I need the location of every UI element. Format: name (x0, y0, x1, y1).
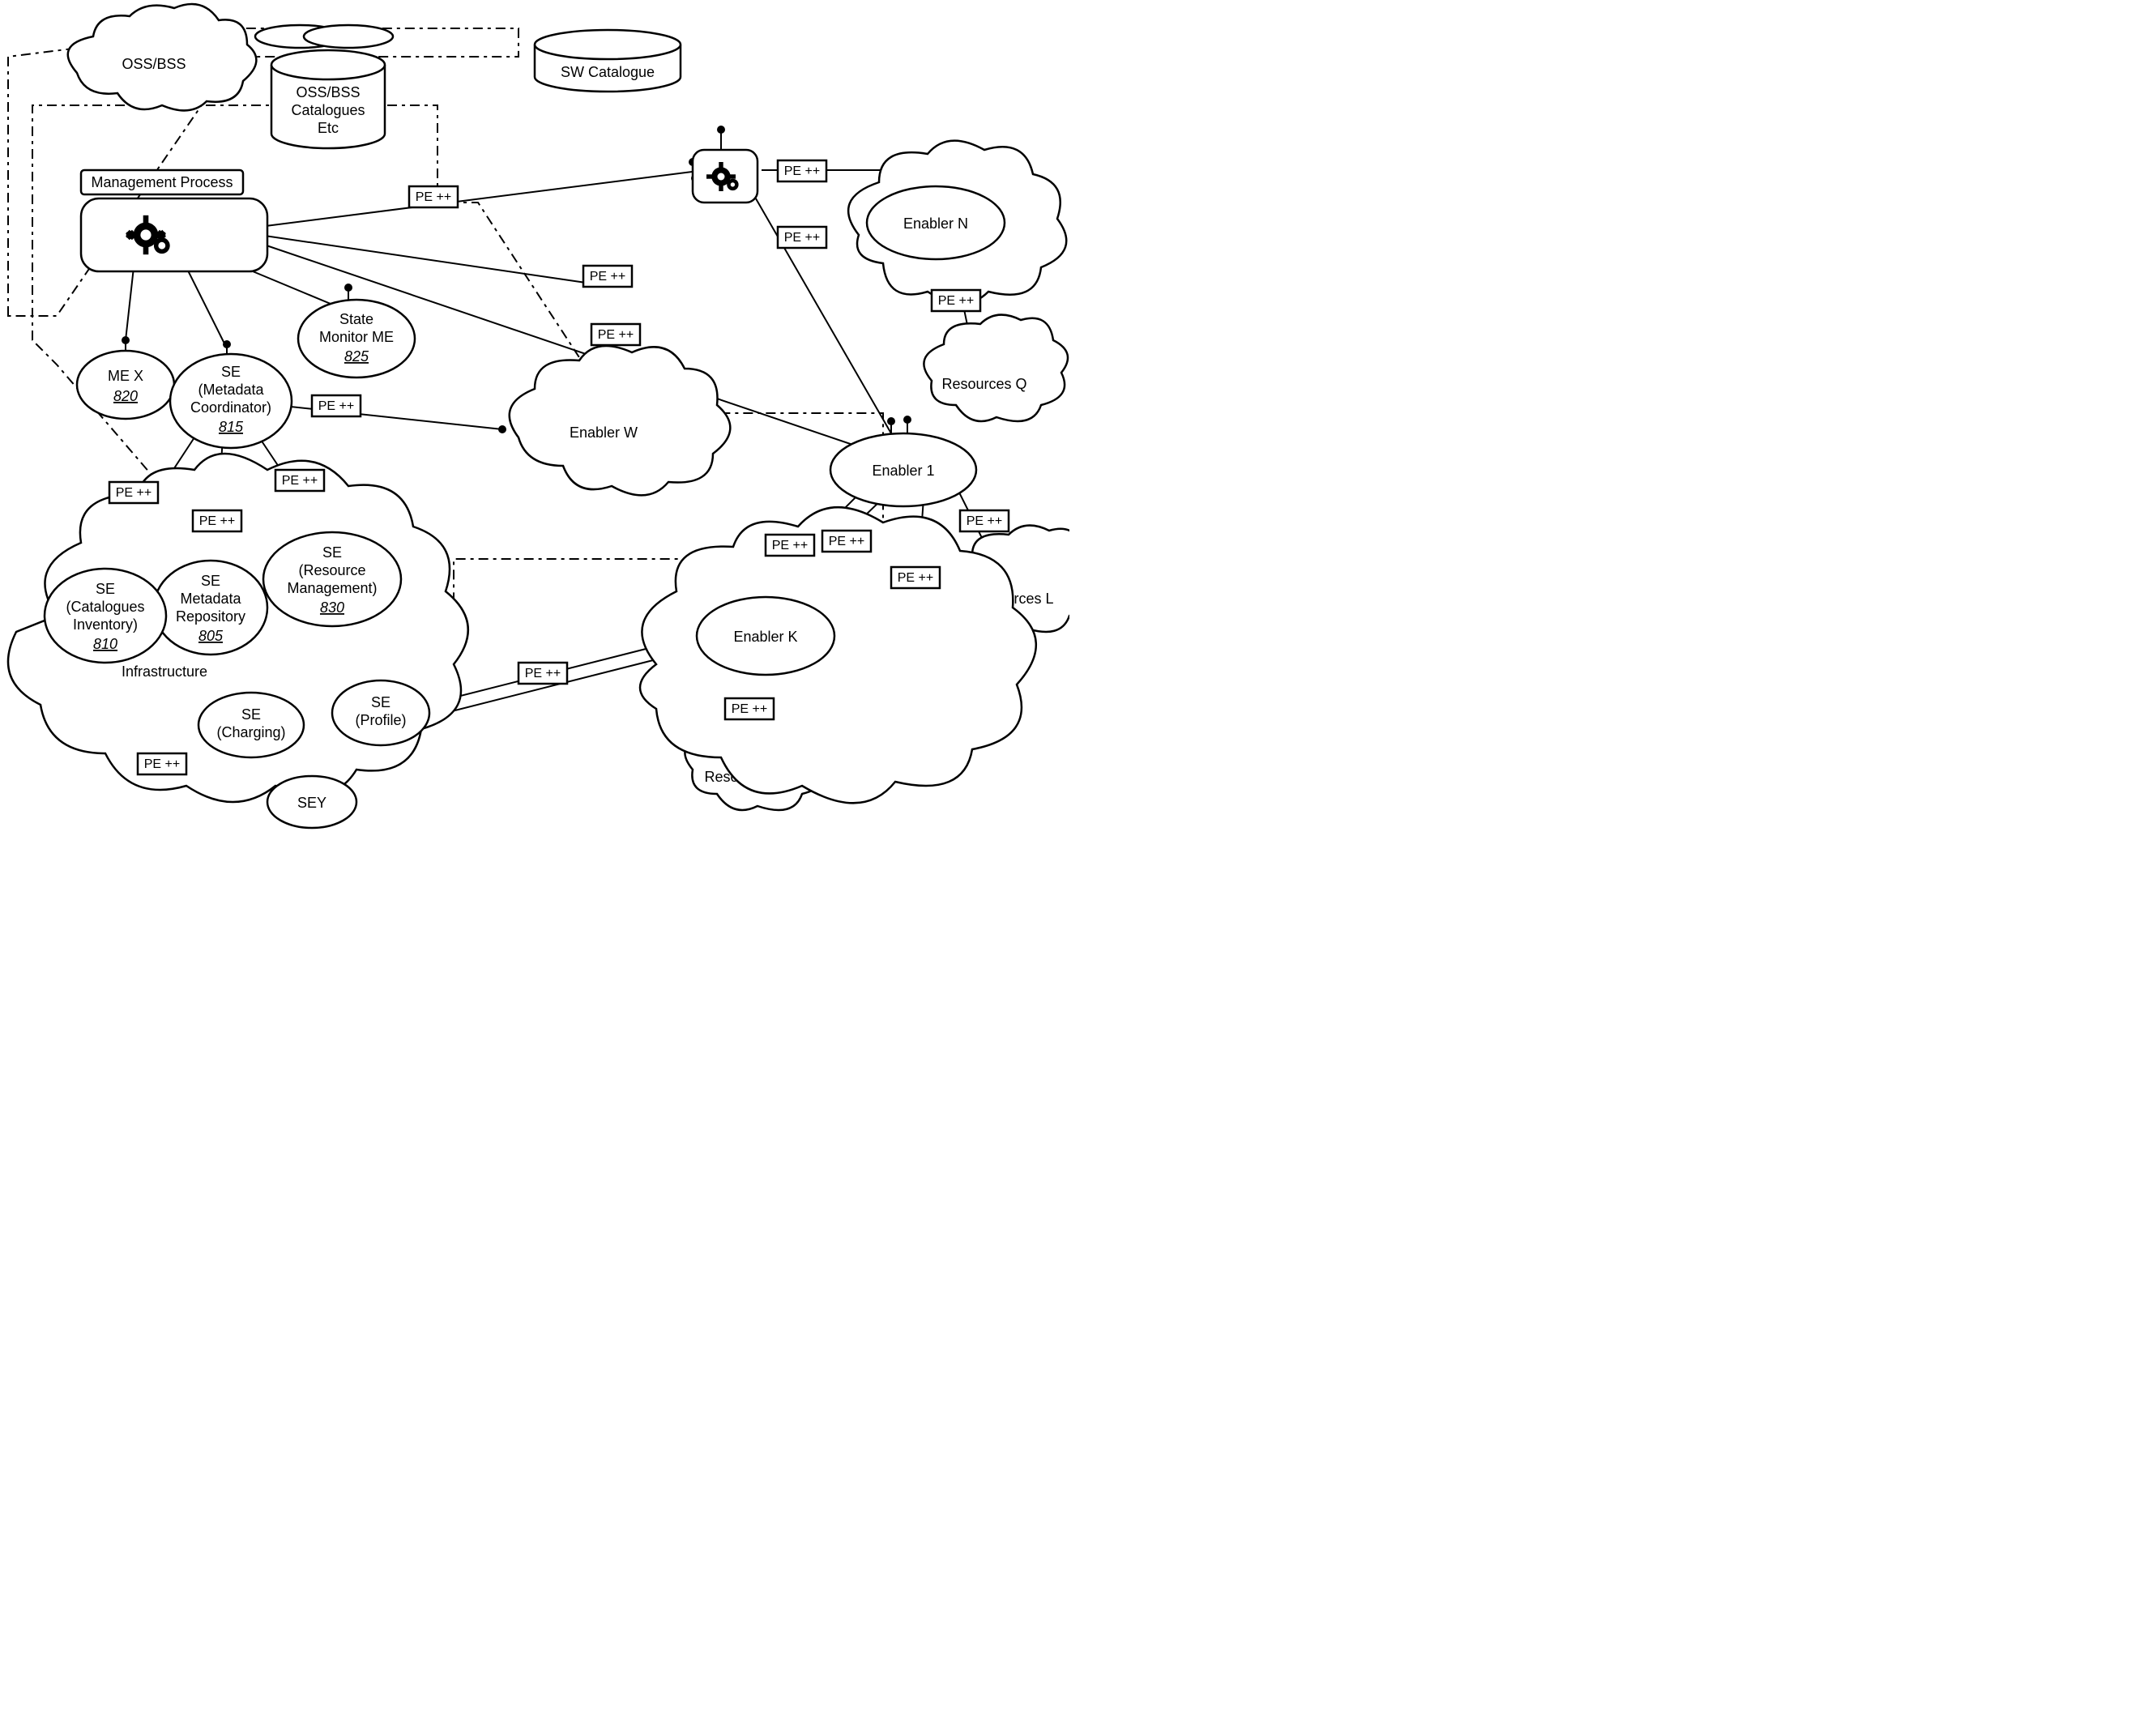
svg-text:Catalogues: Catalogues (291, 102, 365, 118)
svg-text:PE ++: PE ++ (116, 486, 151, 500)
svg-text:Enabler N: Enabler N (903, 215, 968, 232)
management-process: Management Process (81, 170, 267, 271)
management-process-label: Management Process (91, 174, 233, 190)
svg-text:(Profile): (Profile) (355, 712, 406, 728)
enabler-k-node: Enabler K (697, 597, 834, 675)
svg-text:PE ++: PE ++ (829, 535, 864, 548)
svg-text:Etc: Etc (318, 120, 339, 136)
svg-text:(Charging): (Charging) (216, 724, 285, 740)
pe-e1-ek: PE ++ (766, 535, 814, 556)
sey-node: SEY (267, 776, 356, 828)
ossbss-catalogues-db: OSS/BSS Catalogues Etc (255, 25, 393, 148)
svg-text:PE ++: PE ++ (772, 539, 808, 552)
enabler-n-node: Enabler N (867, 186, 1005, 259)
pe-profile-enk: PE ++ (518, 663, 567, 684)
se-metadata-coord-node: SE (Metadata Coordinator) 815 (170, 354, 292, 448)
pe-smc-repo: PE ++ (193, 510, 241, 531)
svg-text:PE ++: PE ++ (898, 571, 933, 585)
svg-text:PE ++: PE ++ (416, 190, 451, 204)
svg-text:SE: SE (322, 544, 342, 561)
pe-smc-enw: PE ++ (312, 395, 361, 416)
svg-text:PE ++: PE ++ (199, 514, 235, 528)
se-metadata-repo-node: SE Metadata Repository 805 (154, 561, 267, 655)
ossbss-cloud: OSS/BSS (68, 4, 257, 110)
svg-text:OSS/BSS: OSS/BSS (296, 84, 360, 100)
pe-mgmt-enw: PE ++ (583, 266, 632, 287)
svg-text:(Catalogues: (Catalogues (66, 599, 144, 615)
ossbss-cloud-label: OSS/BSS (122, 56, 186, 72)
svg-text:805: 805 (198, 628, 224, 644)
svg-text:Metadata: Metadata (180, 591, 241, 607)
pe-mgmt-gear: PE ++ (409, 186, 458, 207)
svg-text:SE: SE (96, 581, 115, 597)
gearbox (693, 150, 757, 203)
pe-e1-er: PE ++ (891, 567, 940, 588)
me-x-node: ME X 820 (77, 351, 174, 419)
svg-text:PE ++: PE ++ (144, 757, 180, 771)
svg-text:SE: SE (221, 364, 241, 380)
state-monitor-node: State Monitor ME 825 (298, 300, 415, 377)
se-res-mgmt-node: SE (Resource Management) 830 (263, 532, 401, 626)
pe-e1-ek2: PE ++ (822, 531, 871, 552)
svg-text:PE ++: PE ++ (784, 164, 820, 178)
svg-text:SE: SE (241, 706, 261, 723)
pe-en-n-resq: PE ++ (932, 290, 980, 311)
resources-q-label: Resources Q (941, 376, 1026, 392)
svg-text:Enabler K: Enabler K (733, 629, 797, 645)
svg-text:PE ++: PE ++ (784, 231, 820, 245)
se-profile-node: SE (Profile) (332, 680, 429, 745)
svg-text:State: State (339, 311, 373, 327)
se-cat-inventory-node: SE (Catalogues Inventory) 810 (45, 569, 166, 663)
se-charging-node: SE (Charging) (198, 693, 304, 757)
pe-bottom-alone: PE ++ (138, 753, 186, 774)
pe-smc-res: PE ++ (275, 470, 324, 491)
svg-text:PE ++: PE ++ (598, 328, 634, 342)
svg-text:SEY: SEY (297, 795, 326, 811)
enabler-w-label: Enabler W (570, 424, 638, 441)
svg-text:Enabler 1: Enabler 1 (872, 463, 934, 479)
svg-text:825: 825 (344, 348, 369, 365)
sw-catalogue-db: SW Catalogue (535, 30, 681, 92)
svg-text:PE ++: PE ++ (525, 667, 561, 680)
pe-e1-el: PE ++ (960, 510, 1009, 531)
svg-text:Repository: Repository (176, 608, 245, 625)
svg-text:(Metadata: (Metadata (198, 382, 264, 398)
sw-catalogue-label: SW Catalogue (561, 64, 655, 80)
pe-gear-en-1: PE ++ (778, 227, 826, 248)
svg-text:SE: SE (371, 694, 390, 710)
enabler-w-cloud: Enabler W (510, 346, 731, 495)
resources-q-cloud: Resources Q (924, 315, 1068, 421)
svg-text:810: 810 (93, 636, 117, 652)
svg-text:(Resource: (Resource (298, 562, 365, 578)
svg-text:PE ++: PE ++ (967, 514, 1002, 528)
svg-text:Inventory): Inventory) (73, 616, 138, 633)
pe-mex-cat: PE ++ (109, 482, 158, 503)
enabler-1-node: Enabler 1 (830, 433, 976, 506)
infrastructure-label: Infrastructure (122, 663, 207, 680)
pe-gear-en-n: PE ++ (778, 160, 826, 181)
svg-text:820: 820 (113, 388, 138, 404)
pe-ek-rl2: PE ++ (725, 698, 774, 719)
svg-text:PE ++: PE ++ (590, 270, 625, 284)
svg-text:815: 815 (219, 419, 244, 435)
svg-text:Monitor ME: Monitor ME (319, 329, 394, 345)
svg-text:830: 830 (320, 599, 344, 616)
pe-mgmt-en1: PE ++ (591, 324, 640, 345)
svg-text:Coordinator): Coordinator) (190, 399, 271, 416)
svg-text:Management): Management) (287, 580, 377, 596)
svg-text:PE ++: PE ++ (318, 399, 354, 413)
svg-text:PE ++: PE ++ (732, 702, 767, 716)
svg-text:ME X: ME X (108, 368, 143, 384)
svg-text:SE: SE (201, 573, 220, 589)
svg-text:PE ++: PE ++ (282, 474, 318, 488)
svg-text:PE ++: PE ++ (938, 294, 974, 308)
